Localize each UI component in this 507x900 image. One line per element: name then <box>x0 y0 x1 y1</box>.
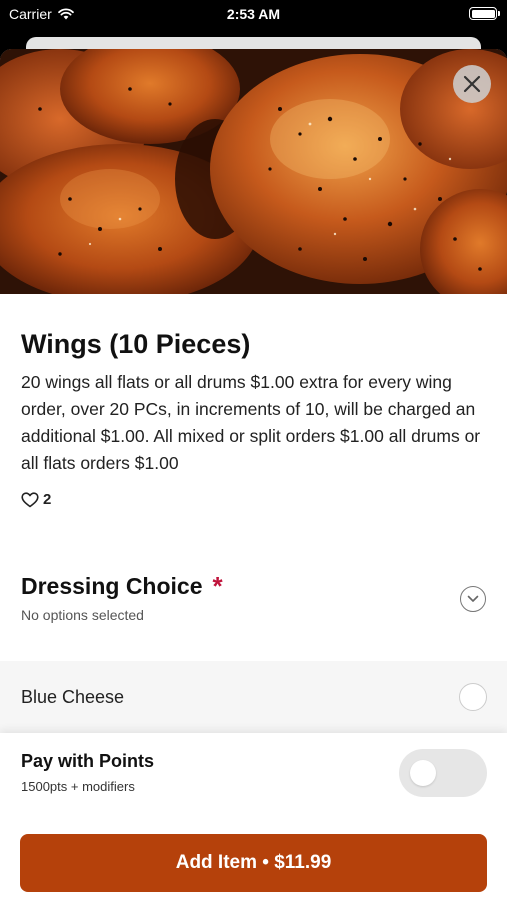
section-title: Dressing Choice <box>21 573 203 599</box>
points-subtitle: 1500pts + modifiers <box>21 779 135 794</box>
chevron-down-icon <box>467 595 479 602</box>
heart-icon <box>21 491 39 507</box>
status-bar: Carrier 2:53 AM <box>0 0 507 30</box>
likes-count: 2 <box>43 491 52 508</box>
points-title: Pay with Points <box>21 751 155 771</box>
add-item-button[interactable]: Add Item • $11.99 <box>20 834 487 892</box>
expand-toggle[interactable] <box>460 586 486 612</box>
status-time: 2:53 AM <box>226 6 281 22</box>
close-icon <box>463 75 481 93</box>
checkout-panel: Pay with Points 1500pts + modifiers Add … <box>0 733 507 900</box>
required-indicator: * <box>212 571 223 601</box>
hero-image <box>0 49 507 294</box>
like-button[interactable]: 2 <box>21 491 486 508</box>
chicken-wings-photo <box>0 49 507 294</box>
item-info: Wings (10 Pieces) 20 wings all flats or … <box>21 327 486 508</box>
option-radio[interactable] <box>459 683 487 711</box>
pay-with-points-toggle[interactable] <box>399 749 487 797</box>
close-button[interactable] <box>453 65 491 103</box>
dressing-choice-header[interactable]: Dressing Choice * No options selected <box>21 571 486 631</box>
section-subtitle: No options selected <box>21 607 144 623</box>
toggle-knob <box>410 760 436 786</box>
option-label: Blue Cheese <box>21 686 125 707</box>
battery-icon <box>469 7 500 20</box>
option-blue-cheese[interactable]: Blue Cheese <box>0 661 507 733</box>
item-detail-modal: Wings (10 Pieces) 20 wings all flats or … <box>0 49 507 900</box>
item-description: 20 wings all flats or all drums $1.00 ex… <box>21 372 481 473</box>
item-title: Wings (10 Pieces) <box>21 329 251 359</box>
